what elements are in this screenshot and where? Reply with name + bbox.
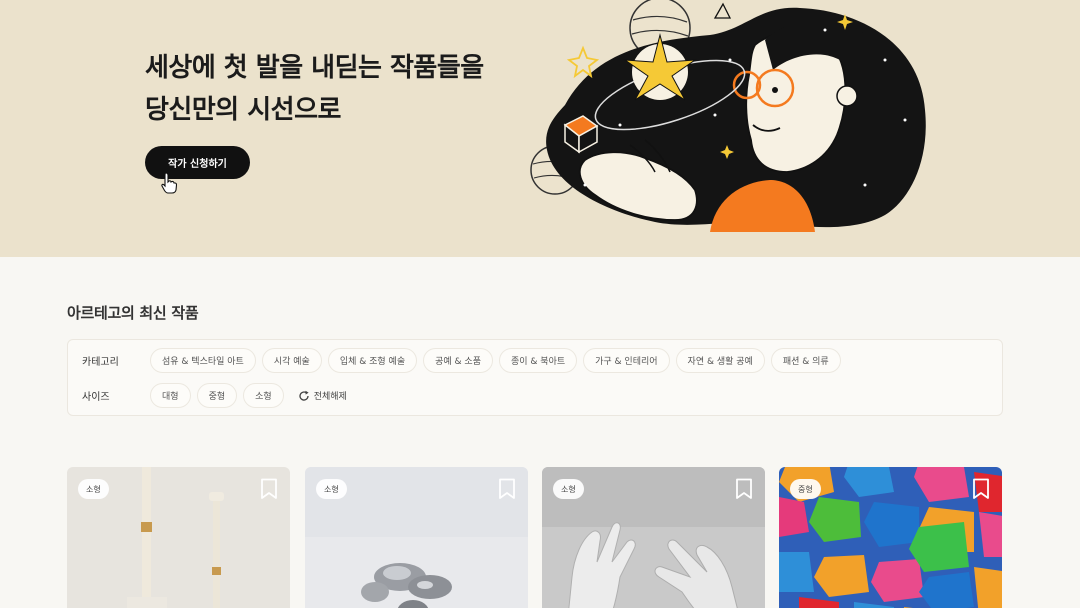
artwork-card[interactable]: 중형 [779, 467, 1002, 608]
refresh-icon [299, 390, 309, 401]
bookmark-icon[interactable] [972, 478, 990, 500]
hero-title-line2: 당신만의 시선으로 [145, 95, 341, 125]
size-badge: 소형 [78, 479, 109, 499]
category-chip[interactable]: 종이 & 북아트 [498, 348, 578, 373]
category-filter-row: 카테고리 섬유 & 텍스타일 아트 시각 예술 입체 & 조형 예술 공예 & … [82, 348, 847, 373]
reset-filters-button[interactable]: 전체해제 [298, 389, 347, 402]
size-chip[interactable]: 대형 [150, 383, 191, 408]
hero-title: 세상에 첫 발을 내딛는 작품들을 당신만의 시선으로 [145, 47, 484, 131]
artwork-card[interactable]: 소형 [305, 467, 528, 608]
artwork-card[interactable]: 소형 [542, 467, 765, 608]
bookmark-icon[interactable] [260, 478, 278, 500]
category-chip[interactable]: 가구 & 인테리어 [583, 348, 670, 373]
category-chip[interactable]: 입체 & 조형 예술 [327, 348, 418, 373]
category-chip[interactable]: 자연 & 생활 공예 [675, 348, 765, 373]
hero-banner: 세상에 첫 발을 내딛는 작품들을 당신만의 시선으로 작가 신청하기 [0, 0, 1080, 257]
size-label: 사이즈 [82, 392, 110, 403]
reset-label: 전체해제 [313, 392, 347, 402]
category-chip[interactable]: 패션 & 의류 [770, 348, 841, 373]
category-chip[interactable]: 시각 예술 [261, 348, 322, 373]
hero-illustration [530, 0, 926, 232]
size-filter-row: 사이즈 대형 중형 소형 전체해제 [82, 383, 347, 408]
bookmark-icon[interactable] [498, 478, 516, 500]
hand-cursor-icon [161, 172, 177, 194]
category-chip[interactable]: 섬유 & 텍스타일 아트 [150, 348, 256, 373]
artwork-card[interactable]: 소형 [67, 467, 290, 608]
size-badge: 소형 [316, 479, 347, 499]
section-title: 아르테고의 최신 작품 [67, 304, 199, 322]
size-chip[interactable]: 소형 [243, 383, 284, 408]
category-label: 카테고리 [82, 357, 119, 368]
size-badge: 중형 [790, 479, 821, 499]
size-chip[interactable]: 중형 [196, 383, 238, 408]
size-badge: 소형 [553, 479, 584, 499]
category-chip[interactable]: 공예 & 소품 [423, 348, 493, 373]
filter-panel: 카테고리 섬유 & 텍스타일 아트 시각 예술 입체 & 조형 예술 공예 & … [67, 339, 1003, 416]
hero-title-line1: 세상에 첫 발을 내딛는 작품들을 [145, 53, 484, 83]
bookmark-icon[interactable] [735, 478, 753, 500]
